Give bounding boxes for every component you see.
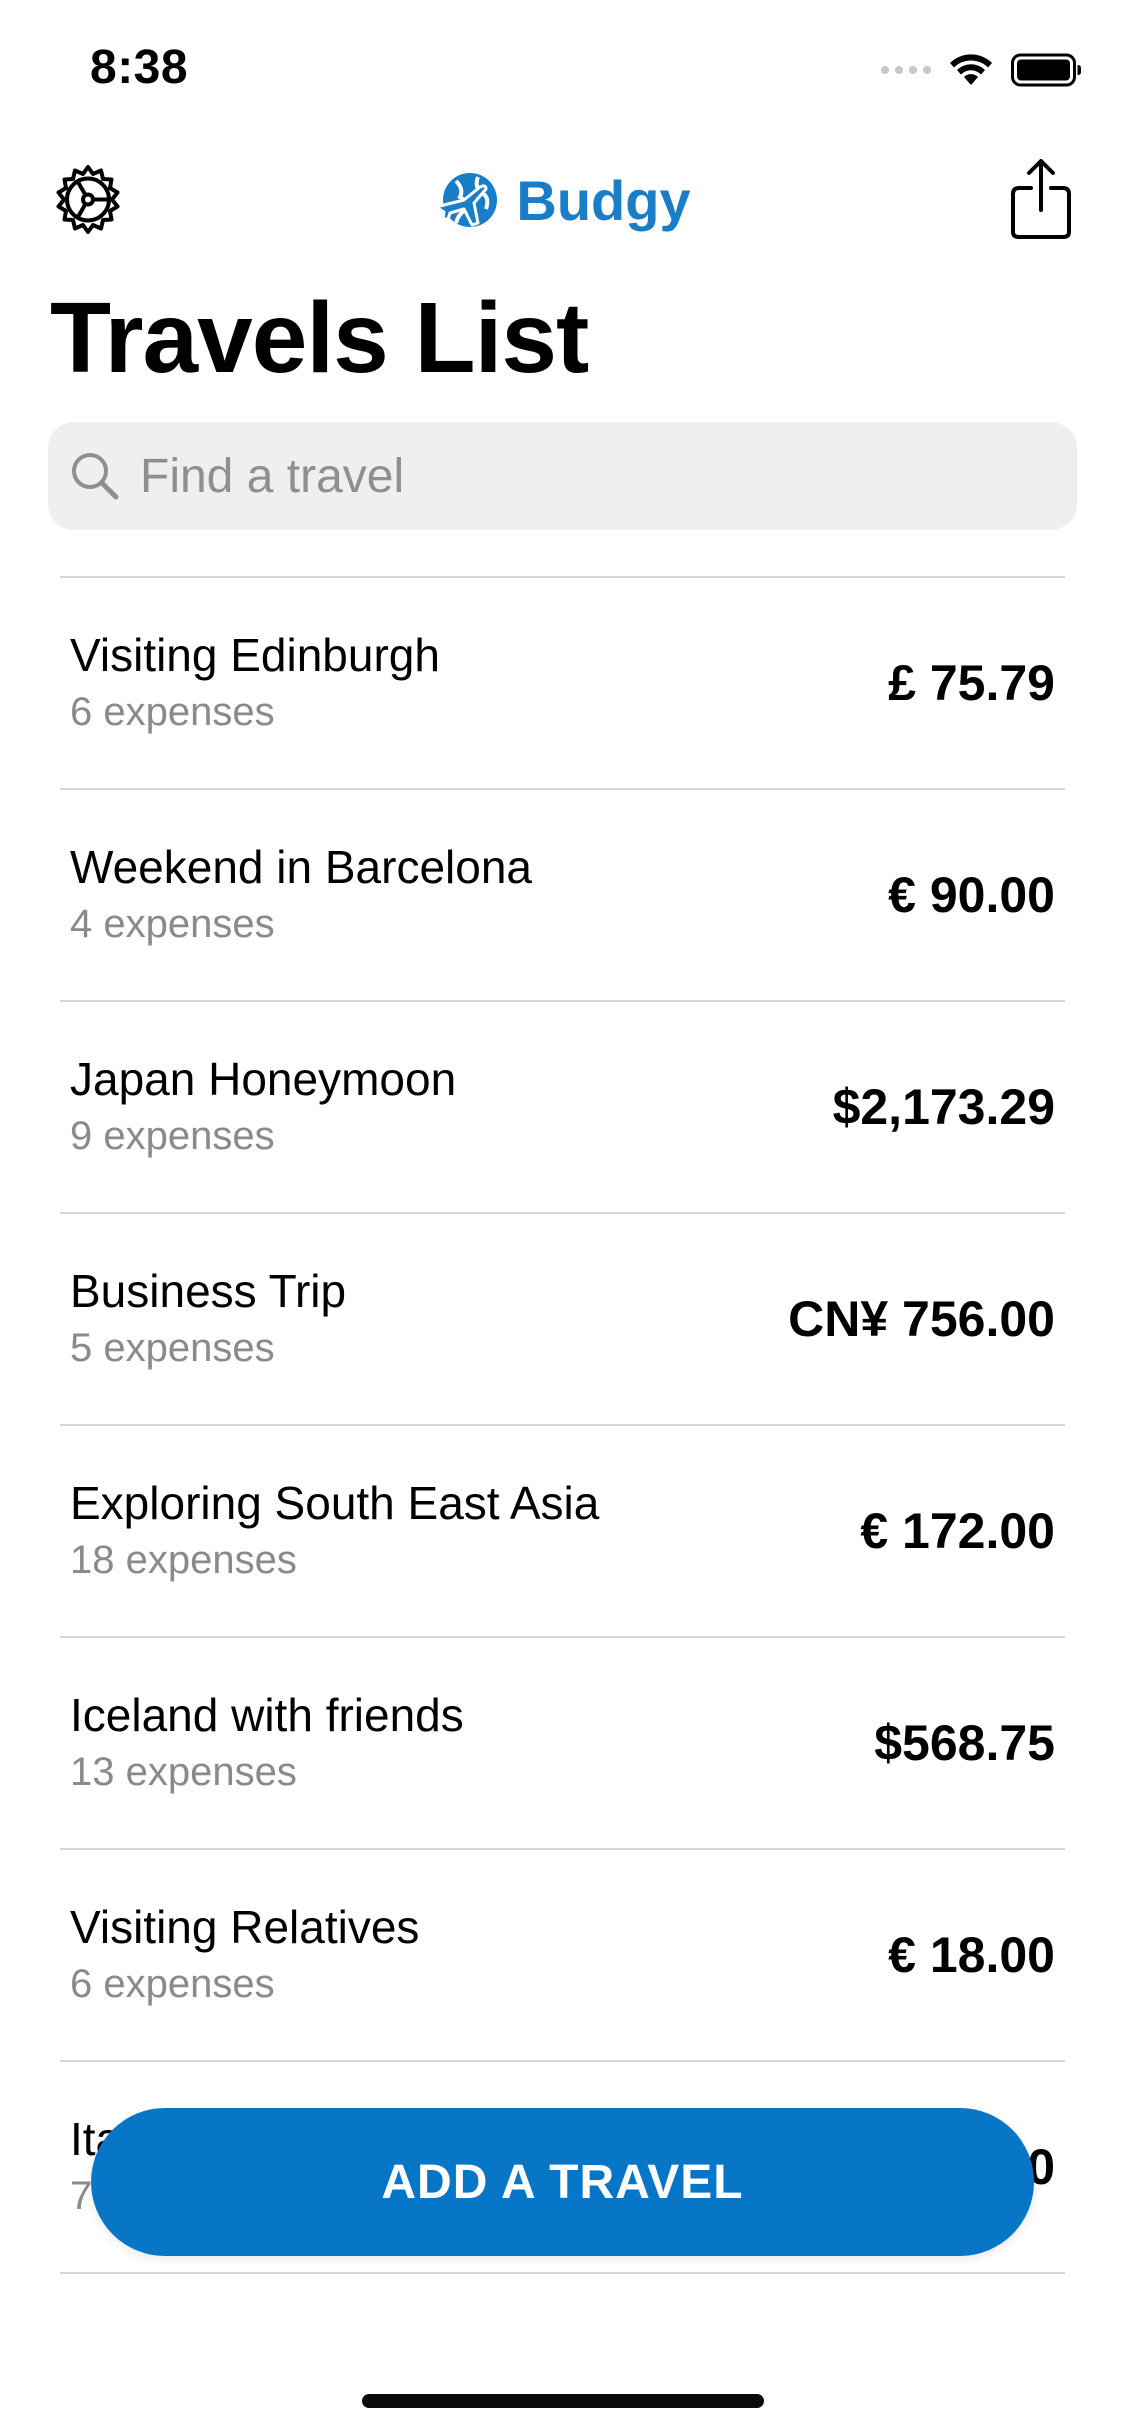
travel-row[interactable]: Business Trip 5 expenses CN¥ 756.00: [60, 1214, 1065, 1426]
travel-expense-count: 4 expenses: [70, 902, 275, 946]
status-bar: 8:38: [0, 0, 1125, 132]
travel-list: Visiting Edinburgh 6 expenses £ 75.79 We…: [60, 576, 1065, 2336]
travel-name: Iceland with friends: [70, 1689, 464, 1741]
travel-expense-count: 9 expenses: [70, 1114, 275, 1158]
travel-name: Weekend in Barcelona: [70, 841, 532, 893]
travel-name: Business Trip: [70, 1265, 347, 1317]
travel-name: Visiting Edinburgh: [70, 629, 440, 681]
add-travel-button[interactable]: ADD A TRAVEL: [91, 2108, 1034, 2256]
share-button[interactable]: [1009, 158, 1073, 240]
app-brand: Budgy: [0, 162, 1125, 238]
travel-row[interactable]: Iceland with friends 13 expenses $568.75: [60, 1638, 1065, 1850]
status-time: 8:38: [90, 41, 189, 94]
travel-expense-count: 7: [70, 2174, 93, 2218]
travel-expense-count: 6 expenses: [70, 690, 275, 734]
travel-row[interactable]: Exploring South East Asia 18 expenses € …: [60, 1426, 1065, 1638]
travel-amount: € 18.00: [888, 1927, 1055, 1983]
travel-amount: € 90.00: [888, 867, 1055, 923]
travel-name: Exploring South East Asia: [70, 1477, 600, 1529]
battery-icon: [1011, 53, 1081, 87]
search-icon: [72, 453, 119, 500]
travel-expense-count: 18 expenses: [70, 1538, 297, 1582]
travel-amount: $2,173.29: [832, 1079, 1055, 1135]
travel-expense-count: 13 expenses: [70, 1750, 297, 1794]
brand-name: Budgy: [516, 168, 691, 232]
travel-row[interactable]: Visiting Edinburgh 6 expenses £ 75.79: [60, 578, 1065, 790]
travel-expense-count: 6 expenses: [70, 1962, 275, 2006]
navigation-bar: Budgy: [0, 140, 1125, 250]
travel-amount: $568.75: [874, 1715, 1055, 1771]
travel-row[interactable]: Weekend in Barcelona 4 expenses € 90.00: [60, 790, 1065, 1002]
wifi-icon: [950, 54, 992, 85]
travel-row[interactable]: Visiting Relatives 6 expenses € 18.00: [60, 1850, 1065, 2062]
travel-name: Japan Honeymoon: [70, 1053, 457, 1105]
status-icons: [881, 52, 1083, 88]
travel-name: Visiting Relatives: [70, 1901, 420, 1953]
page-title: Travels List: [50, 282, 589, 394]
share-icon: [1011, 159, 1071, 239]
travel-amount: £ 75.79: [888, 655, 1055, 711]
cellular-signal-icon: [881, 66, 931, 74]
search-input[interactable]: [138, 435, 1077, 517]
travel-amount: € 172.00: [860, 1503, 1055, 1559]
travel-expense-count: 5 expenses: [70, 1326, 275, 1370]
travel-amount: CN¥ 756.00: [788, 1291, 1055, 1347]
home-indicator[interactable]: [362, 2394, 764, 2408]
search-bar[interactable]: [48, 422, 1077, 530]
travel-row[interactable]: Japan Honeymoon 9 expenses $2,173.29: [60, 1002, 1065, 1214]
globe-plane-icon: [434, 173, 498, 227]
